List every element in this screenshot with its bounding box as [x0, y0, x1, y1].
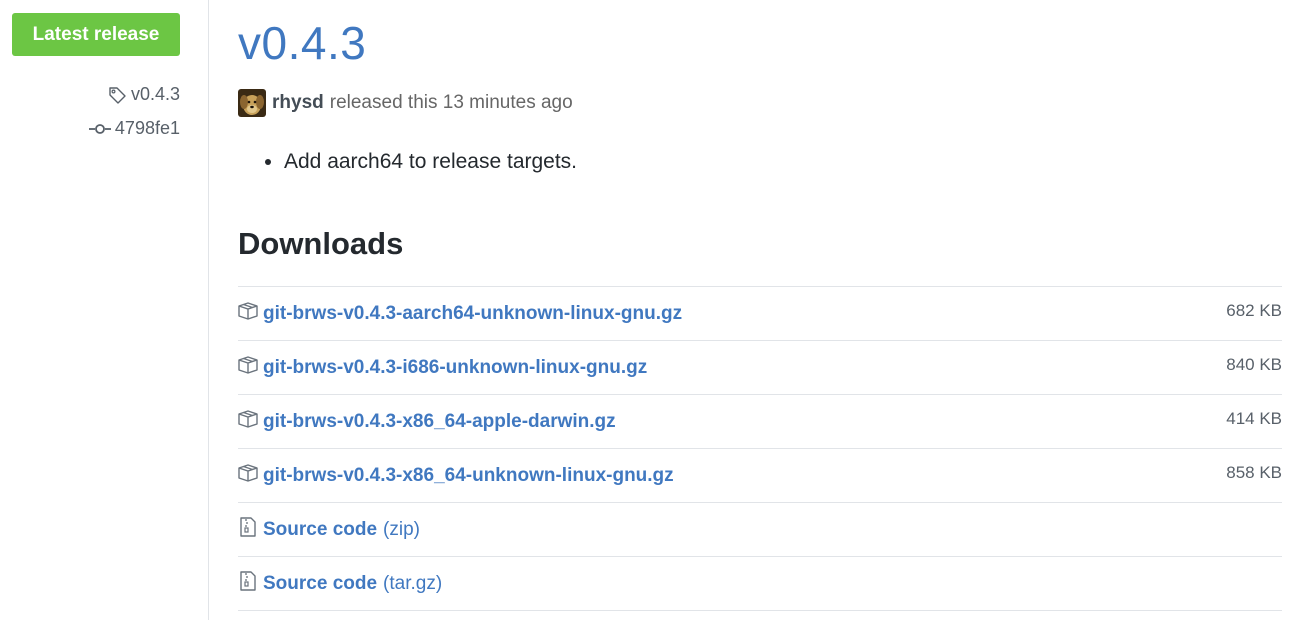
asset-size: 682 KB [1226, 301, 1282, 320]
latest-release-badge: Latest release [12, 13, 180, 56]
release-notes: Add aarch64 to release targets. [238, 146, 577, 178]
release-note-item: Add aarch64 to release targets. [284, 146, 577, 178]
release-title-link[interactable]: v0.4.3 [238, 16, 366, 70]
source-row: Source code (zip) [238, 503, 1282, 557]
tag-link[interactable]: v0.4.3 [107, 84, 180, 105]
asset-row: git-brws-v0.4.3-x86_64-unknown-linux-gnu… [238, 449, 1282, 503]
package-icon [238, 463, 258, 482]
asset-size: 840 KB [1226, 355, 1282, 374]
source-format: (tar.gz) [383, 572, 443, 594]
package-icon [238, 301, 258, 320]
release-page: Latest release v0.4.3 4798fe1 v0.4.3 rhy… [0, 0, 1300, 620]
package-icon [238, 409, 258, 428]
tag-icon [109, 86, 126, 104]
asset-download-link[interactable]: git-brws-v0.4.3-x86_64-apple-darwin.gz [263, 411, 616, 433]
file-zip-icon [240, 570, 256, 591]
asset-download-link[interactable]: git-brws-v0.4.3-i686-unknown-linux-gnu.g… [263, 357, 647, 379]
asset-row: git-brws-v0.4.3-aarch64-unknown-linux-gn… [238, 287, 1282, 341]
downloads-heading: Downloads [238, 226, 404, 261]
source-zip-link[interactable]: Source code [263, 519, 377, 541]
source-format: (zip) [383, 518, 420, 540]
commit-sha: 4798fe1 [114, 118, 180, 138]
git-commit-icon [88, 123, 111, 134]
source-row: Source code (tar.gz) [238, 557, 1282, 611]
source-targz-link[interactable]: Source code [263, 573, 377, 595]
tag-name: v0.4.3 [130, 84, 180, 104]
asset-download-link[interactable]: git-brws-v0.4.3-x86_64-unknown-linux-gnu… [263, 465, 674, 487]
release-byline: rhysd released this 13 minutes ago [238, 88, 573, 118]
avatar[interactable] [238, 89, 266, 117]
commit-link[interactable]: 4798fe1 [88, 118, 180, 139]
author-link[interactable]: rhysd [272, 92, 324, 114]
asset-row: git-brws-v0.4.3-i686-unknown-linux-gnu.g… [238, 341, 1282, 395]
file-zip-icon [240, 516, 256, 537]
asset-size: 414 KB [1226, 409, 1282, 428]
released-time: released this 13 minutes ago [329, 92, 573, 113]
dog-avatar-icon [238, 89, 266, 117]
asset-row: git-brws-v0.4.3-x86_64-apple-darwin.gz 4… [238, 395, 1282, 449]
asset-size: 858 KB [1226, 463, 1282, 482]
package-icon [238, 355, 258, 374]
asset-download-link[interactable]: git-brws-v0.4.3-aarch64-unknown-linux-gn… [263, 303, 682, 325]
release-meta-sidebar: Latest release v0.4.3 4798fe1 [0, 0, 209, 620]
downloads-list: git-brws-v0.4.3-aarch64-unknown-linux-gn… [238, 286, 1282, 611]
